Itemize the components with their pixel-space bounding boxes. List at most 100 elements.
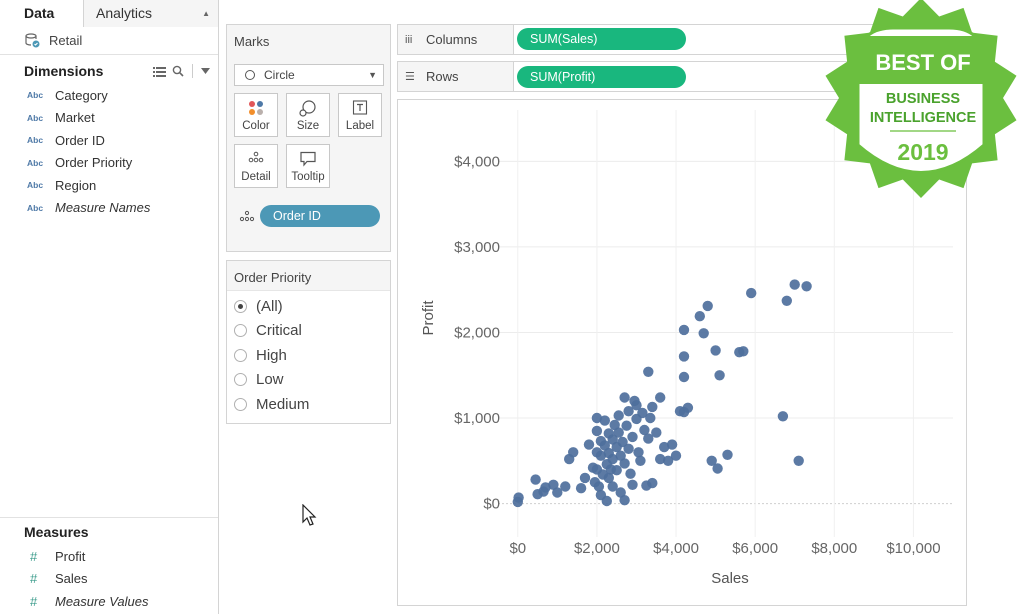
size-button[interactable]: Size (286, 93, 330, 137)
filter-option-high[interactable]: High (227, 343, 390, 368)
field-label: Profit (55, 548, 86, 564)
scatter-point[interactable] (625, 468, 636, 479)
scatter-point[interactable] (560, 481, 571, 492)
measure-field-measure-values[interactable]: # Measure Values (0, 590, 218, 613)
mark-type-dropdown[interactable]: Circle ▼ (234, 64, 384, 86)
scatter-point[interactable] (789, 279, 800, 290)
scatter-point[interactable] (801, 281, 812, 292)
columns-pill-sum-sales[interactable]: SUM(Sales) (517, 28, 686, 50)
scatter-point[interactable] (702, 300, 713, 312)
tab-arrows-icon[interactable]: ▲ (202, 0, 210, 27)
scatter-point[interactable] (651, 427, 662, 438)
measure-field-sales[interactable]: # Sales (0, 568, 218, 591)
measure-field-profit[interactable]: # Profit (0, 545, 218, 568)
scatter-point[interactable] (619, 495, 630, 506)
scatter-point[interactable] (568, 447, 579, 458)
scatter-point[interactable] (682, 402, 694, 413)
mouse-cursor-icon (302, 504, 317, 526)
scatter-point[interactable] (579, 472, 591, 484)
columns-shelf-label: iii Columns (398, 25, 514, 54)
scatter-point[interactable] (678, 324, 690, 336)
chevron-down-icon: ▼ (368, 70, 377, 80)
y-tick-label: $2,000 (454, 324, 500, 341)
tooltip-button[interactable]: Tooltip (286, 144, 330, 188)
filter-options: (All) Critical High Low Medium (227, 291, 390, 417)
scatter-point[interactable] (627, 431, 638, 443)
scatter-point[interactable] (613, 427, 624, 438)
scatter-point[interactable] (513, 492, 524, 503)
scatter-point[interactable] (621, 420, 632, 431)
scatter-point[interactable] (530, 474, 541, 485)
dimension-field-order-priority[interactable]: Abc Order Priority (0, 152, 218, 175)
scatter-point[interactable] (591, 425, 603, 437)
scatter-point[interactable] (647, 401, 658, 413)
scatter-point[interactable] (645, 412, 656, 424)
label-button[interactable]: Label (338, 93, 382, 137)
option-label: (All) (256, 297, 283, 315)
scatter-point[interactable] (777, 411, 789, 422)
scatter-point[interactable] (722, 449, 733, 460)
mark-type-value: Circle (264, 68, 295, 82)
scatter-point[interactable] (635, 455, 646, 466)
scatter-point[interactable] (538, 486, 549, 497)
scatter-point[interactable] (670, 450, 682, 461)
scatter-point[interactable] (738, 346, 749, 357)
scatter-point[interactable] (666, 439, 678, 450)
scatter-point[interactable] (793, 455, 804, 466)
scatter-point[interactable] (627, 479, 638, 490)
tab-data[interactable]: Data (0, 0, 84, 27)
pane-tabs: Data Analytics ▲ (0, 0, 218, 27)
search-icon[interactable] (172, 65, 184, 77)
scatter-point[interactable] (619, 392, 630, 403)
scatter-point[interactable] (714, 370, 725, 381)
scatter-point[interactable] (599, 415, 610, 426)
x-tick-label: $0 (509, 540, 526, 557)
best-of-bi-badge: BEST OF BUSINESS INTELLIGENCE 2019 (825, 0, 1017, 198)
scatter-point[interactable] (613, 410, 624, 421)
scatter-point[interactable] (678, 371, 690, 383)
filter-option-critical[interactable]: Critical (227, 319, 390, 344)
scatter-point[interactable] (647, 477, 658, 489)
datasource-row[interactable]: Retail (0, 27, 218, 55)
scatter-point[interactable] (710, 345, 721, 356)
dimension-field-region[interactable]: Abc Region (0, 174, 218, 197)
tableau-workspace: Data Analytics ▲ Retail Dimensions Abc C… (0, 0, 1024, 614)
radio-icon (234, 324, 247, 338)
dimension-field-market[interactable]: Abc Market (0, 107, 218, 130)
field-label: Measure Names (55, 200, 151, 216)
scatter-point[interactable] (619, 458, 630, 469)
field-label: Category (55, 87, 108, 103)
badge-line3: INTELLIGENCE (870, 110, 977, 126)
chevron-down-icon[interactable] (201, 68, 210, 74)
scatter-point[interactable] (583, 439, 595, 450)
color-button[interactable]: Color (234, 93, 278, 137)
filter-option-medium[interactable]: Medium (227, 392, 390, 417)
scatter-point[interactable] (781, 295, 792, 306)
scatter-point[interactable] (593, 481, 605, 492)
scatter-point[interactable] (712, 463, 723, 474)
tab-analytics[interactable]: Analytics ▲ (84, 0, 218, 27)
scatter-point[interactable] (694, 311, 705, 322)
filter-option-all[interactable]: (All) (227, 294, 390, 319)
detail-pill-order-id[interactable]: Order ID (260, 205, 380, 227)
scatter-point[interactable] (611, 465, 622, 476)
marks-title: Marks (234, 34, 270, 49)
dimension-field-measure-names[interactable]: Abc Measure Names (0, 197, 218, 220)
scatter-point[interactable] (601, 495, 612, 507)
scatter-point[interactable] (746, 287, 757, 299)
scatter-point[interactable] (678, 351, 690, 362)
filter-option-low[interactable]: Low (227, 368, 390, 393)
rows-pill-sum-profit[interactable]: SUM(Profit) (517, 66, 686, 88)
dimensions-list: Abc Category Abc Market Abc Order ID Abc Ord… (0, 84, 218, 219)
view-list-icon[interactable] (153, 66, 166, 77)
scatter-point[interactable] (623, 443, 634, 454)
dimension-field-order-id[interactable]: Abc Order ID (0, 129, 218, 152)
detail-button[interactable]: Detail (234, 144, 278, 188)
scatter-point[interactable] (575, 483, 587, 494)
scatter-point[interactable] (698, 328, 709, 339)
tooltip-icon (300, 151, 316, 167)
field-label: Measure Values (55, 593, 149, 609)
scatter-point[interactable] (655, 392, 666, 403)
dimension-field-category[interactable]: Abc Category (0, 84, 218, 107)
scatter-point[interactable] (643, 366, 654, 377)
